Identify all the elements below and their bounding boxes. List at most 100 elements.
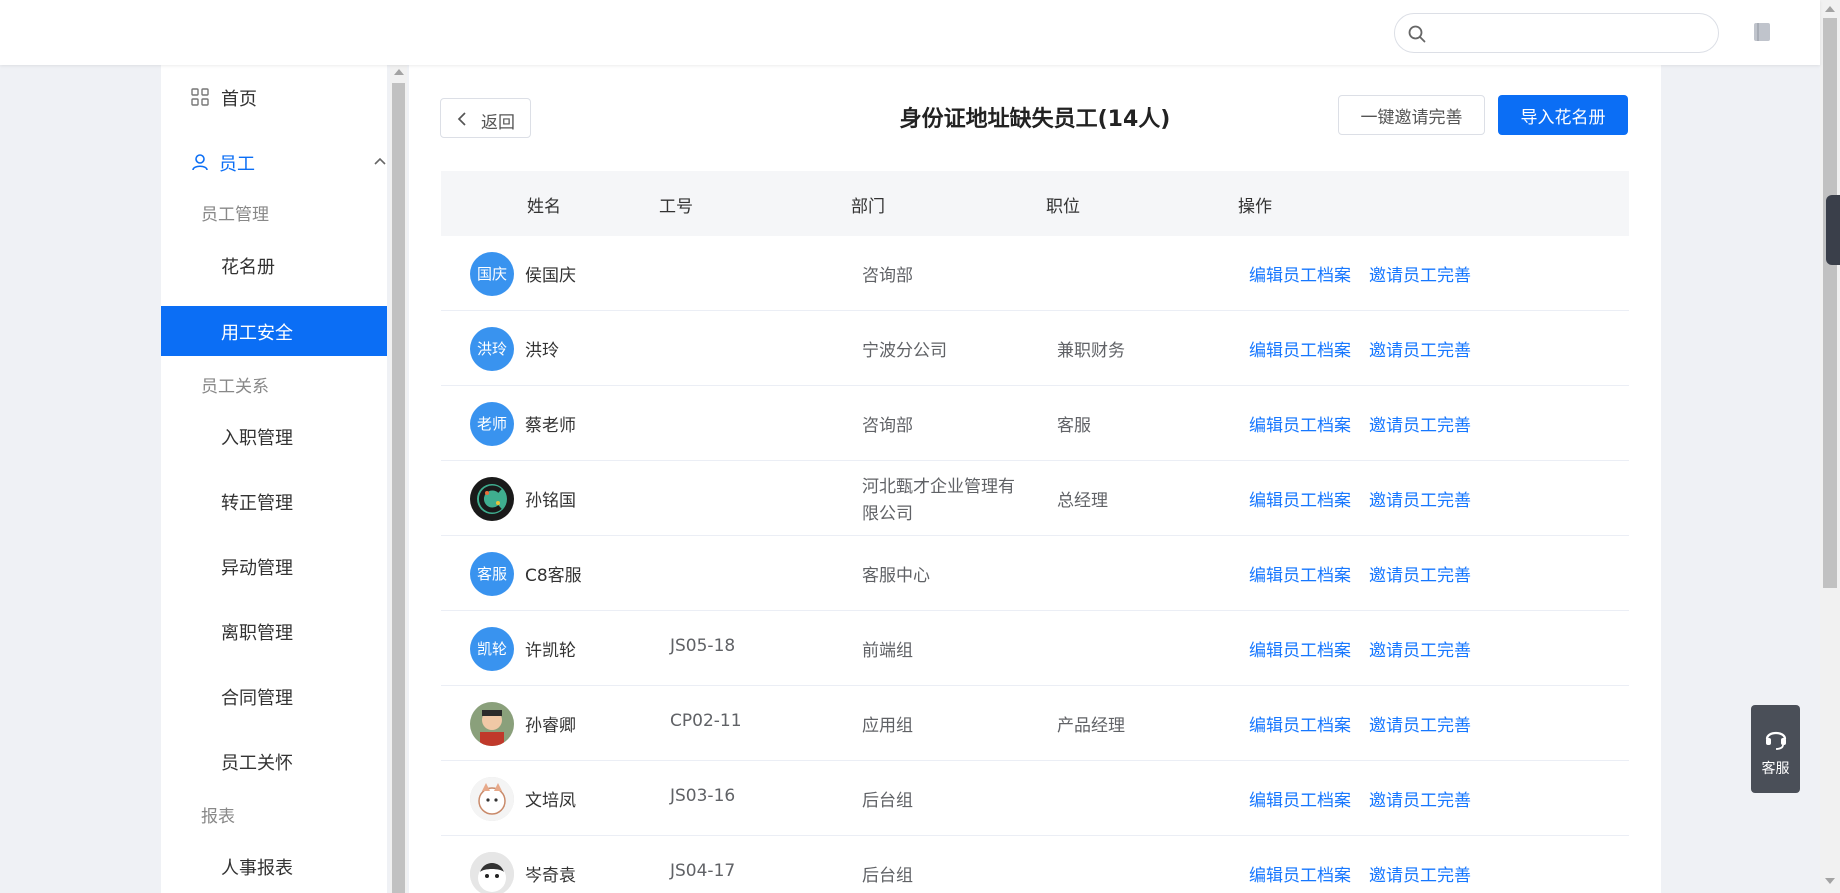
sidebar: 首页 员工 员工管理 花名册 用工安全 员工关系 入职管理 转正管理 异动管理 … — [161, 65, 387, 893]
employee-name: 岑奇袁 — [525, 866, 576, 886]
column-header-department: 部门 — [851, 197, 885, 217]
employee-id: JS05-18 — [670, 636, 736, 656]
invite-complete-link[interactable]: 邀请员工完善 — [1369, 486, 1471, 511]
sidebar-item-regularization[interactable]: 转正管理 — [161, 476, 387, 526]
employee-department: 咨询部 — [862, 266, 913, 286]
edit-profile-link[interactable]: 编辑员工档案 — [1249, 786, 1351, 811]
scroll-down-arrow-icon[interactable] — [1825, 878, 1835, 884]
column-header-position: 职位 — [1046, 197, 1080, 217]
sidebar-item-label: 异动管理 — [221, 558, 293, 579]
sidebar-item-roster[interactable]: 花名册 — [161, 240, 387, 290]
user-icon — [192, 154, 208, 171]
scrollbar-thumb[interactable] — [392, 83, 405, 893]
invite-complete-link[interactable]: 邀请员工完善 — [1369, 561, 1471, 586]
edit-profile-link[interactable]: 编辑员工档案 — [1249, 636, 1351, 661]
employee-name: 蔡老师 — [525, 416, 576, 436]
employee-department: 应用组 — [862, 716, 913, 736]
invite-complete-link[interactable]: 邀请员工完善 — [1369, 411, 1471, 436]
employee-position: 兼职财务 — [1057, 341, 1125, 361]
employee-id: JS03-16 — [670, 786, 736, 806]
invite-complete-link[interactable]: 邀请员工完善 — [1369, 336, 1471, 361]
sidebar-item-label: 人事报表 — [221, 858, 293, 879]
sidebar-item-home[interactable]: 首页 — [161, 72, 387, 122]
scroll-up-arrow-icon[interactable] — [394, 69, 404, 75]
top-bar — [0, 0, 1820, 65]
edit-profile-link[interactable]: 编辑员工档案 — [1249, 336, 1351, 361]
import-roster-button[interactable]: 导入花名册 — [1498, 95, 1628, 135]
avatar: 老师 — [470, 402, 514, 446]
page-title-text: 身份证地址缺失员工(14人) — [899, 107, 1171, 132]
sidebar-item-label: 员工关怀 — [221, 753, 293, 774]
sidebar-item-contract[interactable]: 合同管理 — [161, 671, 387, 721]
edit-profile-link[interactable]: 编辑员工档案 — [1249, 261, 1351, 286]
chevron-up-icon — [374, 157, 386, 165]
headset-icon — [1765, 731, 1787, 750]
employee-department: 客服中心 — [862, 566, 930, 586]
page-scrollbar[interactable] — [1820, 0, 1840, 893]
employee-name: 文培凤 — [525, 791, 576, 811]
column-header-actions: 操作 — [1238, 197, 1272, 217]
sidebar-group-reports: 报表 — [201, 807, 235, 827]
avatar — [470, 777, 514, 821]
sidebar-item-employee[interactable]: 员工 — [161, 137, 387, 187]
employee-name: 孙睿卿 — [525, 716, 576, 736]
sidebar-item-labor-safety[interactable]: 用工安全 — [161, 306, 387, 356]
table-row: 国庆 侯国庆 咨询部 编辑员工档案 邀请员工完善 — [441, 236, 1629, 311]
table-row: 文培凤 JS03-16 后台组 编辑员工档案 邀请员工完善 — [441, 761, 1629, 836]
scroll-up-arrow-icon[interactable] — [1825, 6, 1835, 12]
edit-profile-link[interactable]: 编辑员工档案 — [1249, 561, 1351, 586]
table-body: 国庆 侯国庆 咨询部 编辑员工档案 邀请员工完善 洪玲 洪玲 宁波分公司 兼职财务 编辑员工档案邀… — [441, 236, 1629, 893]
employee-department: 前端组 — [862, 641, 913, 661]
employee-position: 总经理 — [1057, 491, 1108, 511]
invite-complete-link[interactable]: 邀请员工完善 — [1369, 786, 1471, 811]
table-row: 孙铭国 河北甄才企业管理有 限公司 总经理 编辑员工档案 邀请员工完善 — [441, 461, 1629, 536]
search-box[interactable] — [1394, 13, 1719, 53]
sidebar-item-label: 合同管理 — [221, 688, 293, 709]
sidebar-item-label: 员工 — [219, 154, 255, 175]
side-widget-tab[interactable] — [1826, 195, 1840, 265]
table-row: 客服 C8客服 客服中心 编辑员工档案 邀请员工完善 — [441, 536, 1629, 611]
sidebar-item-onboarding[interactable]: 入职管理 — [161, 411, 387, 461]
invite-complete-link[interactable]: 邀请员工完善 — [1369, 861, 1471, 886]
employee-position: 产品经理 — [1057, 716, 1125, 736]
sidebar-item-label: 转正管理 — [221, 493, 293, 514]
sidebar-group-employee-management: 员工管理 — [201, 205, 269, 225]
customer-service-label: 客服 — [1761, 761, 1790, 777]
employee-name: 洪玲 — [525, 341, 559, 361]
sidebar-item-label: 离职管理 — [221, 623, 293, 644]
table-row: 老师 蔡老师 咨询部 客服 编辑员工档案 邀请员工完善 — [441, 386, 1629, 461]
sidebar-item-resignation[interactable]: 离职管理 — [161, 606, 387, 656]
sidebar-item-label: 入职管理 — [221, 428, 293, 449]
grid-icon — [191, 88, 209, 106]
sidebar-group-employee-relations: 员工关系 — [201, 377, 269, 397]
edit-profile-link[interactable]: 编辑员工档案 — [1249, 486, 1351, 511]
book-icon[interactable] — [1753, 22, 1771, 42]
invite-complete-link[interactable]: 邀请员工完善 — [1369, 636, 1471, 661]
avatar — [470, 852, 514, 893]
sidebar-item-label: 花名册 — [221, 257, 275, 278]
employee-id: CP02-11 — [670, 711, 742, 731]
employee-department: 宁波分公司 — [862, 341, 947, 361]
sidebar-item-label: 首页 — [221, 89, 257, 110]
sidebar-item-transfer[interactable]: 异动管理 — [161, 541, 387, 591]
scrollbar-thumb[interactable] — [1823, 18, 1837, 588]
invite-complete-link[interactable]: 邀请员工完善 — [1369, 711, 1471, 736]
avatar: 国庆 — [470, 252, 514, 296]
sidebar-item-care[interactable]: 员工关怀 — [161, 736, 387, 786]
table-header: 姓名 工号 部门 职位 操作 — [441, 171, 1629, 236]
sidebar-item-hr-report[interactable]: 人事报表 — [161, 841, 387, 891]
table-row: 凯轮 许凯轮 JS05-18 前端组 编辑员工档案 邀请员工完善 — [441, 611, 1629, 686]
avatar: 客服 — [470, 552, 514, 596]
edit-profile-link[interactable]: 编辑员工档案 — [1249, 411, 1351, 436]
employee-name: 侯国庆 — [525, 266, 576, 286]
sidebar-scrollbar[interactable] — [390, 65, 407, 893]
invite-complete-link[interactable]: 邀请员工完善 — [1369, 261, 1471, 286]
employee-department: 后台组 — [862, 866, 913, 886]
customer-service-button[interactable]: 客服 — [1751, 705, 1800, 793]
table-row: 岑奇袁 JS04-17 后台组 编辑员工档案 邀请员工完善 — [441, 836, 1629, 893]
edit-profile-link[interactable]: 编辑员工档案 — [1249, 711, 1351, 736]
search-input[interactable] — [1433, 20, 1703, 46]
invite-all-button[interactable]: 一键邀请完善 — [1338, 95, 1485, 135]
sidebar-item-label: 用工安全 — [221, 323, 293, 344]
edit-profile-link[interactable]: 编辑员工档案 — [1249, 861, 1351, 886]
